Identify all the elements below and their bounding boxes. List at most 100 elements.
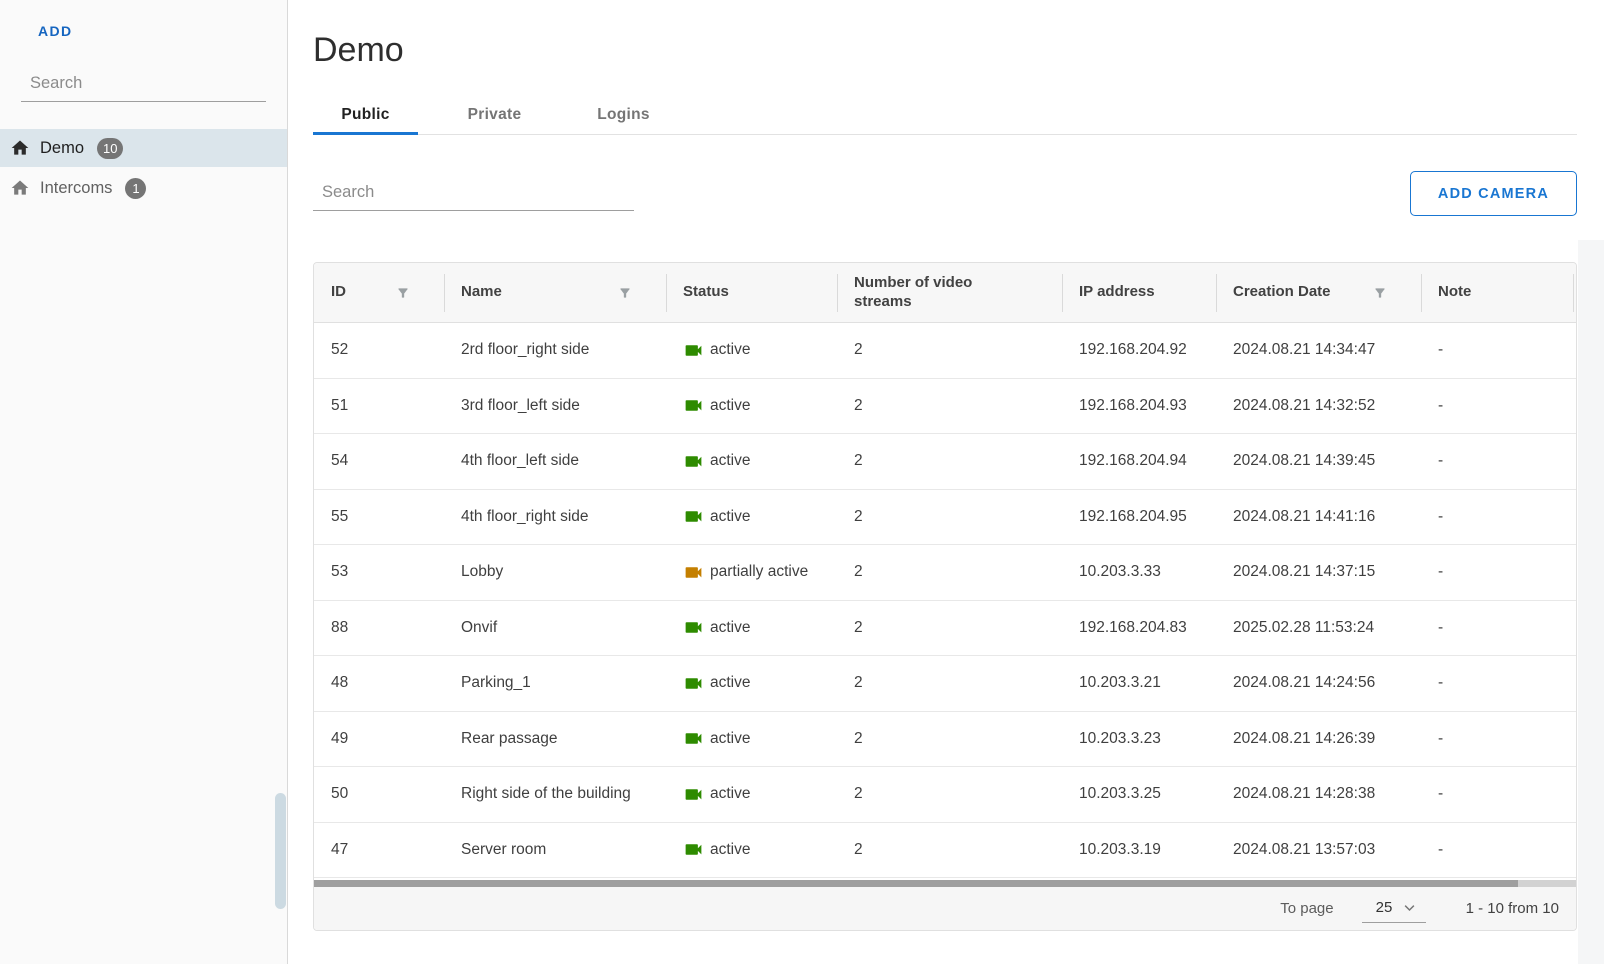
- column-header-label: Status: [683, 283, 729, 302]
- table-row[interactable]: 513rd floor_left sideactive2192.168.204.…: [314, 379, 1576, 435]
- status-label: active: [710, 341, 751, 359]
- column-header-number-of-video-streams: Number of video streams: [837, 263, 1062, 322]
- to-page-label: To page: [1280, 900, 1333, 917]
- table-row[interactable]: 47Server roomactive210.203.3.192024.08.2…: [314, 823, 1576, 879]
- status-label: active: [710, 674, 751, 692]
- cell-name: Onvif: [444, 619, 666, 637]
- cell-note: -: [1421, 841, 1578, 859]
- column-header-label: ID: [331, 283, 346, 302]
- cell-streams: 2: [837, 619, 1062, 637]
- cell-ip-address: 10.203.3.33: [1062, 563, 1216, 581]
- cell-status: active: [666, 839, 837, 860]
- column-filter-button[interactable]: [396, 286, 410, 300]
- table-row[interactable]: 48Parking_1active210.203.3.212024.08.21 …: [314, 656, 1576, 712]
- tab-logins[interactable]: Logins: [571, 98, 676, 134]
- cell-streams: 2: [837, 730, 1062, 748]
- table-row[interactable]: 554th floor_right sideactive2192.168.204…: [314, 490, 1576, 546]
- cell-creation-date: 2024.08.21 14:28:38: [1216, 785, 1421, 803]
- column-filter-button[interactable]: [1373, 286, 1387, 300]
- status-label: active: [710, 785, 751, 803]
- cell-note: -: [1421, 730, 1578, 748]
- table-row[interactable]: 522rd floor_right sideactive2192.168.204…: [314, 323, 1576, 379]
- column-header-label: Number of video streams: [854, 274, 994, 312]
- table-header-row: ID Name Status Number of video streams IP ad…: [314, 263, 1576, 323]
- cell-name: 2rd floor_right side: [444, 341, 666, 359]
- cell-id: 50: [314, 785, 444, 803]
- status-label: active: [710, 452, 751, 470]
- cell-status: partially active: [666, 562, 837, 583]
- status-label: partially active: [710, 563, 808, 581]
- page-size-select[interactable]: 25: [1362, 895, 1426, 923]
- cell-id: 47: [314, 841, 444, 859]
- sidebar-search-input[interactable]: [21, 67, 266, 102]
- status-label: active: [710, 619, 751, 637]
- table-row[interactable]: 544th floor_left sideactive2192.168.204.…: [314, 434, 1576, 490]
- cell-note: -: [1421, 452, 1578, 470]
- cell-creation-date: 2024.08.21 13:57:03: [1216, 841, 1421, 859]
- videocam-icon: [683, 728, 704, 749]
- cell-streams: 2: [837, 508, 1062, 526]
- cell-streams: 2: [837, 452, 1062, 470]
- table-row[interactable]: 88Onvif active 2192.168.204.832025.02.28 1…: [314, 601, 1576, 657]
- page-size-value: 25: [1376, 899, 1393, 916]
- cell-ip-address: 192.168.204.95: [1062, 508, 1216, 526]
- column-header-label: Note: [1438, 283, 1471, 302]
- column-filter-button[interactable]: [618, 286, 632, 300]
- table-row[interactable]: 50Right side of the buildingactive210.20…: [314, 767, 1576, 823]
- cell-streams: 2: [837, 674, 1062, 692]
- filter-icon[interactable]: [618, 286, 632, 300]
- cell-creation-date: 2024.08.21 14:39:45: [1216, 452, 1421, 470]
- videocam-icon: [683, 451, 704, 472]
- cell-creation-date: 2024.08.21 14:34:47: [1216, 341, 1421, 359]
- tab-public[interactable]: Public: [313, 98, 418, 134]
- cell-ip-address: 10.203.3.23: [1062, 730, 1216, 748]
- cell-ip-address: 10.203.3.19: [1062, 841, 1216, 859]
- cell-note: -: [1421, 397, 1578, 415]
- cell-creation-date: 2024.08.21 14:26:39: [1216, 730, 1421, 748]
- sidebar-item-label: Intercoms: [40, 179, 112, 198]
- cell-id: 48: [314, 674, 444, 692]
- horizontal-scrollbar-thumb[interactable]: [314, 880, 1518, 887]
- add-camera-button[interactable]: ADD CAMERA: [1410, 171, 1577, 216]
- cell-status: active: [666, 673, 837, 694]
- videocam-icon: [683, 839, 704, 860]
- filter-icon[interactable]: [1373, 286, 1387, 300]
- column-header-creation-date: Creation Date: [1216, 263, 1421, 322]
- sidebar-item-label: Demo: [40, 139, 84, 158]
- cell-id: 54: [314, 452, 444, 470]
- cell-id: 88: [314, 619, 444, 637]
- cell-streams: 2: [837, 563, 1062, 581]
- home-icon: [10, 178, 30, 198]
- column-header-ip-address: IP address: [1062, 263, 1216, 322]
- cell-note: -: [1421, 785, 1578, 803]
- table-scroll-gutter: [1578, 240, 1604, 964]
- cell-creation-date: 2024.08.21 14:24:56: [1216, 674, 1421, 692]
- videocam-icon: [683, 673, 704, 694]
- status-label: active: [710, 730, 751, 748]
- cell-name: 3rd floor_left side: [444, 397, 666, 415]
- sidebar-item-intercoms[interactable]: Intercoms1: [0, 169, 287, 207]
- table-search-input[interactable]: [313, 176, 634, 211]
- cell-creation-date: 2025.02.28 11:53:24: [1216, 619, 1421, 637]
- table-row[interactable]: 53Lobbypartially active210.203.3.332024.…: [314, 545, 1576, 601]
- column-header-label: Name: [461, 283, 502, 302]
- main-panel: Demo PublicPrivateLogins ADD CAMERA IDNa…: [289, 0, 1604, 964]
- cell-note: -: [1421, 674, 1578, 692]
- tab-private[interactable]: Private: [442, 98, 547, 134]
- filter-icon[interactable]: [396, 286, 410, 300]
- status-label: active: [710, 841, 751, 859]
- cell-streams: 2: [837, 397, 1062, 415]
- horizontal-scrollbar: [314, 880, 1576, 887]
- cell-ip-address: 192.168.204.83: [1062, 619, 1216, 637]
- videocam-icon: [683, 784, 704, 805]
- cell-name: Parking_1: [444, 674, 666, 692]
- column-header-label: Creation Date: [1233, 283, 1331, 302]
- sidebar-item-demo[interactable]: Demo10: [0, 129, 287, 167]
- add-button[interactable]: ADD: [32, 22, 79, 40]
- cell-note: -: [1421, 619, 1578, 637]
- sidebar-scrollbar[interactable]: [275, 793, 286, 909]
- table-row[interactable]: 49Rear passageactive210.203.3.232024.08.…: [314, 712, 1576, 768]
- cell-status: active: [666, 340, 837, 361]
- videocam-icon: [683, 562, 704, 583]
- cell-status: active: [666, 506, 837, 527]
